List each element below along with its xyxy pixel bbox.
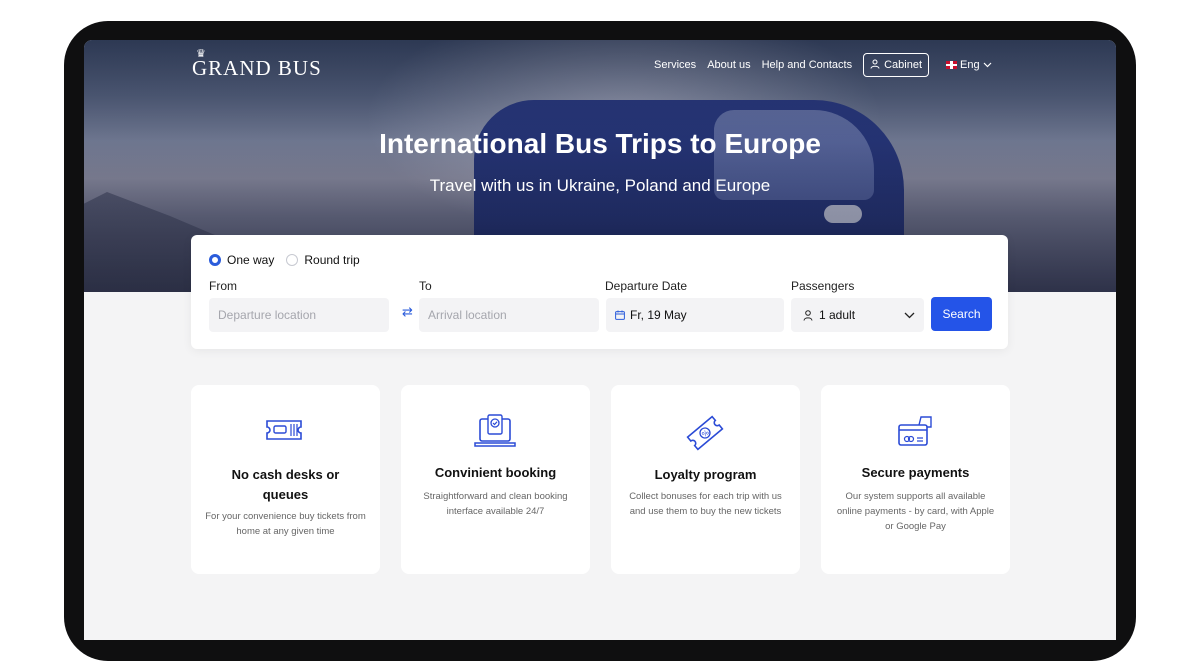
to-label: To bbox=[419, 279, 432, 293]
chevron-down-icon bbox=[904, 308, 915, 322]
laptop-check-icon bbox=[471, 413, 519, 453]
user-icon bbox=[870, 59, 880, 72]
feature-title: Secure payments bbox=[861, 465, 970, 480]
feature-card-no-queues: No cash desks or queues For your conveni… bbox=[191, 385, 380, 574]
passengers-label: Passengers bbox=[791, 279, 855, 293]
departure-date-label: Departure Date bbox=[605, 279, 688, 293]
passengers-select[interactable]: 1 adult bbox=[791, 298, 924, 332]
feature-description: Our system supports all available online… bbox=[836, 491, 995, 532]
one-way-radio[interactable]: One way bbox=[209, 253, 274, 267]
discount-ticket-icon: % bbox=[681, 413, 729, 453]
language-selector[interactable]: Eng bbox=[946, 59, 992, 71]
departure-date-picker[interactable]: Fr, 19 May bbox=[606, 298, 784, 332]
search-button[interactable]: Search bbox=[931, 297, 992, 331]
hero-subtitle: Travel with us in Ukraine, Poland and Eu… bbox=[429, 176, 771, 195]
brand-logo[interactable]: ♛ GRAND BUS bbox=[192, 48, 322, 81]
top-navigation: Services About us Help and Contacts Cabi… bbox=[654, 53, 992, 77]
cabinet-label: Cabinet bbox=[884, 59, 923, 71]
ticket-icon bbox=[261, 413, 309, 453]
nav-link-help[interactable]: Help and Contacts bbox=[762, 59, 853, 71]
round-trip-radio[interactable]: Round trip bbox=[286, 253, 360, 267]
feature-description: Collect bonuses for each trip with us an… bbox=[629, 491, 782, 517]
uk-flag-icon bbox=[946, 61, 958, 69]
from-label: From bbox=[209, 279, 237, 293]
feature-card-loyalty: % Loyalty program Collect bonuses for ea… bbox=[611, 385, 800, 574]
features-section: No cash desks or queues For your conveni… bbox=[191, 385, 1011, 575]
hero-title: International Bus Trips to Europe bbox=[379, 128, 821, 159]
chevron-down-icon bbox=[983, 59, 992, 71]
nav-link-services[interactable]: Services bbox=[654, 59, 696, 71]
feature-description: Straightforward and clean booking interf… bbox=[423, 491, 568, 517]
feature-card-payments: Secure payments Our system supports all … bbox=[821, 385, 1010, 574]
feature-title: No cash desks or queues bbox=[231, 467, 340, 502]
cabinet-button[interactable]: Cabinet bbox=[863, 53, 930, 77]
search-form: One way Round trip From Departure locati… bbox=[191, 235, 1008, 349]
feature-title: Convinient booking bbox=[434, 465, 557, 480]
brand-logo-text: GRAND BUS bbox=[192, 56, 322, 80]
crown-icon: ♛ bbox=[196, 48, 207, 60]
nav-link-about[interactable]: About us bbox=[707, 59, 750, 71]
swap-icon[interactable]: ⇄ bbox=[402, 304, 413, 320]
to-input[interactable]: Arrival location bbox=[419, 298, 599, 332]
language-label: Eng bbox=[960, 59, 980, 71]
feature-title: Loyalty program bbox=[654, 467, 757, 482]
from-input[interactable]: Departure location bbox=[209, 298, 389, 332]
calendar-icon bbox=[615, 310, 625, 320]
card-payment-icon bbox=[891, 413, 939, 453]
feature-description: For your convenience buy tickets from ho… bbox=[205, 511, 366, 537]
trip-type-selector: One way Round trip bbox=[209, 253, 360, 267]
browser-screen: ♛ GRAND BUS Services About us Help and C… bbox=[84, 40, 1116, 640]
person-icon bbox=[803, 309, 813, 321]
feature-card-booking: Convinient booking Straightforward and c… bbox=[401, 385, 590, 574]
